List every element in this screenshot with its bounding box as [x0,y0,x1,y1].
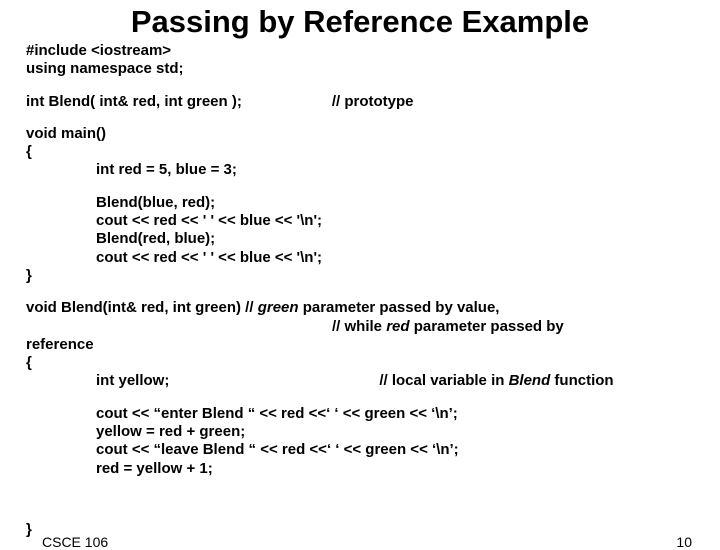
code-line: int yellow;// local variable in Blend fu… [26,372,694,390]
code-line: red = yellow + 1; [26,460,694,478]
code-line: } [26,267,694,285]
code-line: { [26,143,694,161]
code-line: Blend(blue, red); [26,194,694,212]
code-line: cout << “leave Blend “ << red <<‘ ‘ << g… [26,441,694,459]
slide-title: Passing by Reference Example [0,4,720,40]
code-line: } [26,521,32,538]
code-line: int red = 5, blue = 3; [26,161,694,179]
code-line: yellow = red + green; [26,423,694,441]
code-line: cout << red << ' ' << blue << '\n'; [26,212,694,230]
page-number: 10 [676,534,692,550]
code-line: { [26,354,694,372]
code-block: #include <iostream> using namespace std;… [0,42,720,478]
code-line: int Blend( int& red, int green );// prot… [26,93,694,111]
code-line: cout << “enter Blend “ << red <<‘ ‘ << g… [26,405,694,423]
code-line: Blend(red, blue); [26,230,694,248]
code-line: #include <iostream> [26,42,694,60]
code-line: using namespace std; [26,60,694,78]
code-line: cout << red << ' ' << blue << '\n'; [26,249,694,267]
code-line: void main() [26,125,694,143]
course-label: CSCE 106 [42,534,108,550]
code-line: void Blend(int& red, int green) // green… [26,299,694,317]
code-line: // while red parameter passed by [26,318,694,336]
code-line: reference [26,336,694,354]
